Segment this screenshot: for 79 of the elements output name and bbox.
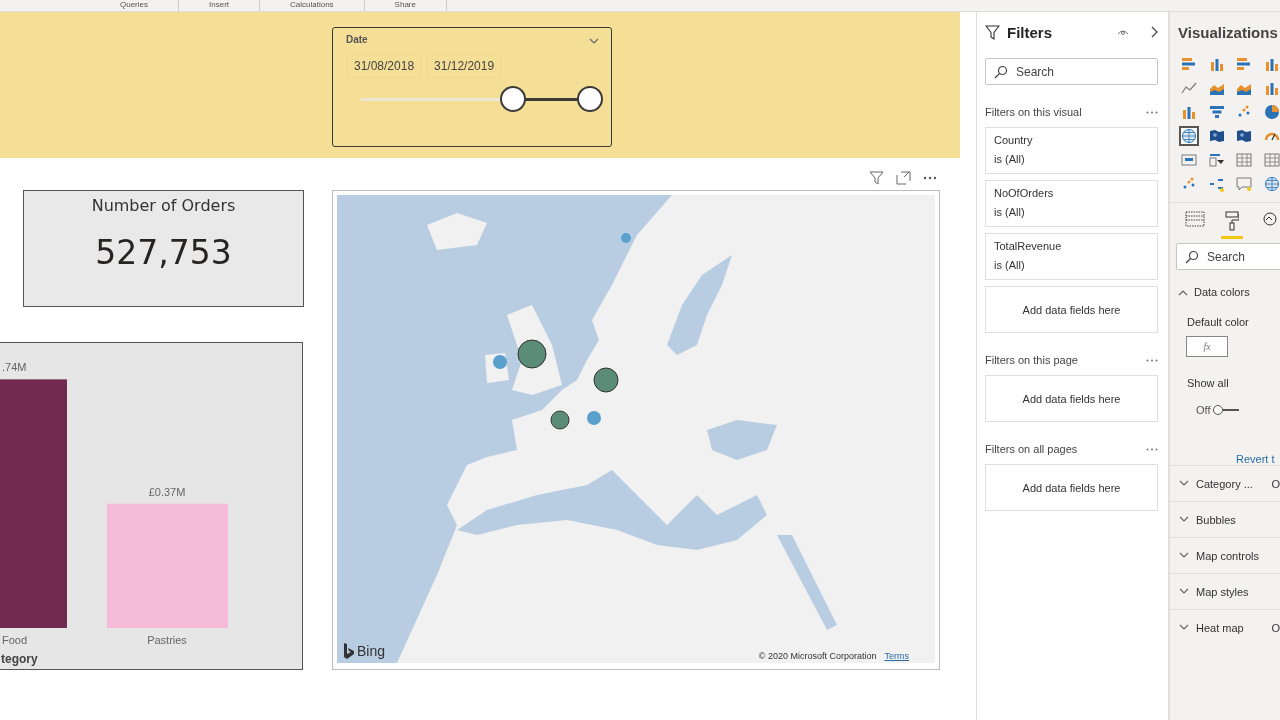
section-title: Filters on all pages [985, 443, 1078, 455]
section-title: Filters on this page [985, 354, 1078, 366]
fx-button[interactable]: fx [1186, 336, 1228, 357]
fields-icon [1185, 211, 1206, 227]
axis-title: tegory [1, 652, 38, 666]
caret-icon [1179, 480, 1189, 487]
caret-icon [589, 38, 599, 45]
eye-icon[interactable] [1117, 28, 1129, 36]
more-options-icon[interactable] [1146, 110, 1158, 114]
caret-icon [1179, 588, 1189, 595]
field-label: Show all [1187, 377, 1230, 389]
more-options-icon[interactable] [923, 176, 937, 180]
table-icon[interactable] [1261, 150, 1280, 170]
toggle-label: Off [1196, 404, 1211, 416]
card-value: 527,753 [95, 233, 232, 272]
date-field[interactable]: 31/08/2018 [347, 54, 422, 78]
logo-icon [343, 643, 354, 659]
section-title[interactable]: Data colors [1194, 286, 1250, 298]
ribbon-group-label: Queries [90, 0, 179, 11]
more-options-icon[interactable] [1146, 447, 1158, 451]
section-title[interactable]: Map styles [1196, 585, 1249, 598]
ribbon-group-label: Insert [179, 0, 261, 11]
filter-field: TotalRevenue [994, 240, 1149, 252]
caret-icon [1179, 624, 1189, 631]
globe-icon[interactable] [1179, 126, 1199, 146]
card-title: Number of Orders [91, 196, 236, 215]
drop-zone[interactable]: Add data fields here [985, 286, 1158, 333]
caret-icon [1179, 552, 1189, 559]
section-value: O [1271, 477, 1280, 490]
filter-card[interactable]: NoOfOrders is (All) [985, 180, 1158, 227]
section-title[interactable]: Map controls [1196, 549, 1259, 562]
search-placeholder: Search [1207, 249, 1246, 264]
pane-tab[interactable] [1220, 211, 1244, 239]
section-title: Filters on this visual [985, 106, 1082, 118]
data-label: £0.37M [148, 485, 186, 498]
search-icon [994, 64, 1008, 79]
filter-condition: is (All) [994, 153, 1026, 165]
field-label: Default color [1187, 316, 1250, 328]
search-placeholder: Search [1016, 64, 1055, 79]
search-icon [1185, 249, 1199, 264]
section-value: O [1271, 621, 1280, 634]
slider-thumb[interactable] [577, 86, 603, 112]
drop-zone[interactable]: Add data fields here [985, 375, 1158, 422]
filter-condition: is (All) [994, 259, 1026, 271]
ribbon-group-label: Share [364, 0, 447, 11]
category-label: Food [2, 634, 28, 646]
filter-field: Country [994, 134, 1149, 146]
logo-text: Bing [357, 643, 386, 659]
chevron-right-icon[interactable] [1150, 26, 1158, 38]
terms-link[interactable]: Terms [884, 651, 909, 661]
analytics-icon [1260, 211, 1277, 229]
revert-link[interactable]: Revert t [1236, 453, 1280, 465]
more-options-icon[interactable] [1146, 358, 1158, 362]
filter-card[interactable]: Country is (All) [985, 127, 1158, 174]
search-field[interactable]: Search [985, 58, 1158, 85]
category-label: Pastries [147, 634, 187, 646]
section-title[interactable]: Category ... [1196, 477, 1253, 490]
focus-mode-icon[interactable] [896, 171, 911, 185]
filter-field: NoOfOrders [994, 187, 1149, 199]
slicer-title: Date [346, 34, 368, 45]
caret-icon [1178, 288, 1188, 296]
section-title[interactable]: Bubbles [1196, 513, 1236, 526]
filter-icon [985, 24, 1000, 40]
toggle-switch[interactable] [1213, 405, 1240, 415]
attribution-text: © 2020 Microsoft Corporation [758, 651, 877, 661]
filter-icon[interactable] [869, 171, 884, 185]
date-field[interactable]: 31/12/2019 [427, 54, 502, 78]
slider-thumb[interactable] [500, 86, 527, 112]
search-field[interactable]: Search [1176, 243, 1280, 270]
caret-icon [1179, 516, 1189, 523]
drop-zone[interactable]: Add data fields here [985, 464, 1158, 511]
paint-roller-icon [1225, 211, 1239, 231]
data-label: .74M [2, 361, 27, 374]
pane-title: Visualizations [1178, 24, 1279, 41]
filter-condition: is (All) [994, 206, 1026, 218]
section-title[interactable]: Heat map [1196, 621, 1244, 634]
ribbon-group-label: Calculations [260, 0, 365, 11]
pane-title: Filters [1007, 23, 1053, 41]
filter-card[interactable]: TotalRevenue is (All) [985, 233, 1158, 280]
